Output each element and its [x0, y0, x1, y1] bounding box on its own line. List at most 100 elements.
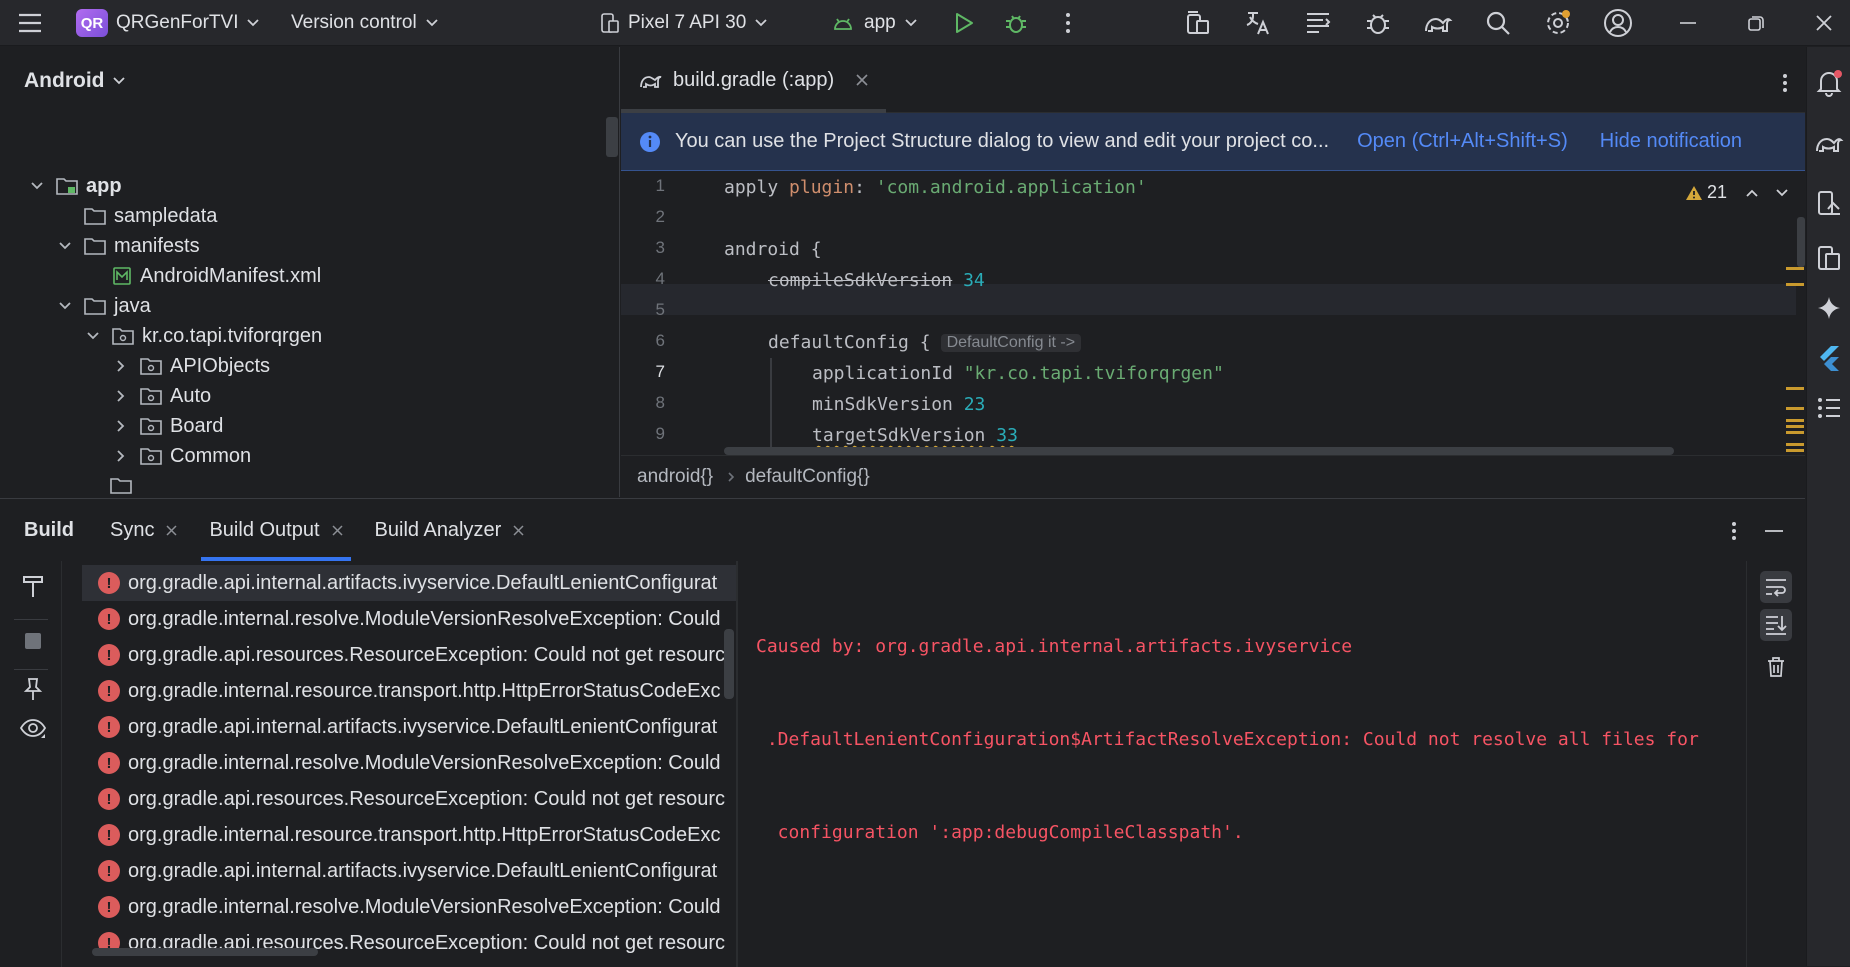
- warning-icon: [1685, 185, 1703, 201]
- inspection-widget[interactable]: 21: [1685, 182, 1789, 203]
- project-selector[interactable]: QR QRGenForTVI: [76, 0, 260, 46]
- wrap-icon: [1764, 577, 1788, 597]
- logcat-button[interactable]: [1302, 0, 1334, 46]
- gradle-button[interactable]: [1422, 0, 1454, 46]
- error-list-horizontal-scrollbar[interactable]: [92, 948, 318, 956]
- project-view-selector[interactable]: Android: [24, 69, 126, 93]
- list-item[interactable]: ! org.gradle.api.internal.artifacts.ivyse…: [82, 853, 736, 889]
- project-scrollbar[interactable]: [606, 117, 618, 157]
- error-message: org.gradle.internal.resolve.ModuleVersio…: [128, 607, 721, 630]
- vcs-selector[interactable]: Version control: [291, 0, 439, 46]
- scroll-to-end-button[interactable]: [1760, 609, 1792, 641]
- running-devices-icon: [1816, 244, 1842, 272]
- more-actions-button[interactable]: [1052, 0, 1084, 46]
- chevron-up-icon[interactable]: [1745, 188, 1759, 198]
- soft-wrap-button[interactable]: [1760, 571, 1792, 603]
- chevron-right-icon[interactable]: [112, 449, 130, 463]
- tree-item-manifests[interactable]: manifests: [0, 229, 600, 263]
- search-button[interactable]: [1482, 0, 1514, 46]
- debug-button[interactable]: [1000, 0, 1032, 46]
- device-explorer-button[interactable]: [1813, 187, 1845, 219]
- close-icon[interactable]: [166, 524, 177, 536]
- chevron-down-icon[interactable]: [56, 301, 74, 311]
- notifications-button[interactable]: [1813, 67, 1845, 99]
- build-again-button[interactable]: [17, 571, 49, 603]
- chevron-down-icon[interactable]: [28, 181, 46, 191]
- flutter-button[interactable]: [1813, 342, 1845, 374]
- tree-item-common[interactable]: Common: [0, 439, 600, 473]
- error-list-scrollbar[interactable]: [724, 629, 734, 699]
- run-config-selector[interactable]: app: [832, 0, 918, 46]
- list-item[interactable]: ! org.gradle.api.internal.artifacts.ivyse…: [82, 709, 736, 745]
- chevron-right-icon[interactable]: [112, 389, 130, 403]
- list-item[interactable]: ! org.gradle.api.resources.ResourceExcept…: [82, 781, 736, 817]
- open-project-structure-link[interactable]: Open (Ctrl+Alt+Shift+S): [1357, 130, 1568, 153]
- device-selector[interactable]: Pixel 7 API 30: [600, 0, 768, 46]
- error-icon: !: [98, 752, 120, 774]
- tab-build-analyzer[interactable]: Build Analyzer: [359, 499, 541, 561]
- tree-item-java[interactable]: java: [0, 289, 600, 323]
- list-item[interactable]: ! org.gradle.internal.resolve.ModuleVersi…: [82, 601, 736, 637]
- chevron-right-icon[interactable]: [112, 419, 130, 433]
- project-panel: Android app sampledata manifests AndroidMan…: [0, 47, 620, 497]
- tree-item-androidmanifest-xml[interactable]: AndroidManifest.xml: [0, 259, 600, 293]
- account-button[interactable]: [1602, 0, 1634, 46]
- chevron-down-icon: [246, 18, 260, 28]
- tree-item-app[interactable]: app: [0, 169, 600, 203]
- tree-item-auto[interactable]: Auto: [0, 379, 600, 413]
- close-window-button[interactable]: [1808, 0, 1840, 46]
- pin-tab-button[interactable]: [17, 673, 49, 705]
- tree-item-sampledata[interactable]: sampledata: [0, 199, 600, 233]
- tree-item-board[interactable]: Board: [0, 409, 600, 443]
- debug-tool-button[interactable]: [1362, 0, 1394, 46]
- minimize-button[interactable]: [1672, 0, 1704, 46]
- chevron-down-icon[interactable]: [84, 331, 102, 341]
- tab-sync[interactable]: Sync: [94, 499, 193, 561]
- translate-button[interactable]: [1242, 0, 1274, 46]
- view-options-button[interactable]: [17, 713, 49, 745]
- list-item[interactable]: ! org.gradle.internal.resolve.ModuleVersi…: [82, 889, 736, 925]
- main-menu-button[interactable]: [14, 0, 46, 46]
- tab-build-output[interactable]: Build Output: [193, 499, 358, 561]
- run-button[interactable]: [948, 0, 980, 46]
- chevron-down-icon[interactable]: [56, 241, 74, 251]
- chevron-down-icon[interactable]: [1775, 188, 1789, 198]
- restore-button[interactable]: [1740, 0, 1772, 46]
- stop-build-button[interactable]: [17, 625, 49, 657]
- tab-build-gradle[interactable]: build.gradle (:app): [639, 47, 868, 113]
- breadcrumb-item[interactable]: defaultConfig{}: [745, 466, 870, 488]
- tree-item-apiobjects[interactable]: APIObjects: [0, 349, 600, 383]
- build-more-button[interactable]: [1718, 515, 1750, 547]
- more-vertical-icon: [1052, 7, 1084, 39]
- settings-button[interactable]: [1542, 0, 1574, 46]
- gemini-button[interactable]: [1813, 292, 1845, 324]
- close-icon[interactable]: [856, 74, 868, 86]
- hide-notification-link[interactable]: Hide notification: [1600, 130, 1742, 153]
- editor-more-button[interactable]: [1769, 67, 1801, 99]
- editor-horizontal-scrollbar[interactable]: [724, 447, 1674, 455]
- list-item[interactable]: ! org.gradle.internal.resolve.ModuleVersi…: [82, 745, 736, 781]
- tree-item-label: sampledata: [114, 204, 218, 227]
- device-manager-button[interactable]: [1182, 0, 1214, 46]
- close-icon[interactable]: [513, 524, 524, 536]
- structure-button[interactable]: [1813, 392, 1845, 424]
- gradle-tool-button[interactable]: [1813, 127, 1845, 159]
- running-devices-button[interactable]: [1813, 242, 1845, 274]
- editor-scrollbar[interactable]: [1797, 217, 1805, 267]
- chevron-right-icon[interactable]: [112, 359, 130, 373]
- toolbar-divider: [14, 669, 48, 670]
- hide-panel-button[interactable]: [1758, 515, 1790, 547]
- list-item[interactable]: ! org.gradle.api.resources.ResourceExcept…: [82, 637, 736, 673]
- list-item[interactable]: ! org.gradle.api.internal.artifacts.ivyse…: [82, 565, 736, 601]
- build-console[interactable]: Caused by: org.gradle.api.internal.artif…: [738, 561, 1746, 967]
- close-icon[interactable]: [332, 524, 343, 536]
- clear-all-button[interactable]: [1760, 651, 1792, 683]
- breadcrumb-item[interactable]: android{}: [637, 466, 713, 488]
- list-item[interactable]: ! org.gradle.internal.resource.transport.…: [82, 673, 736, 709]
- code-line-8: minSdkVersion 23: [812, 394, 986, 415]
- warning-mark: [1786, 407, 1804, 410]
- code-area[interactable]: apply plugin: 'com.android.application' …: [621, 172, 1805, 452]
- error-message: org.gradle.api.resources.ResourceExcepti…: [128, 643, 725, 666]
- list-item[interactable]: ! org.gradle.internal.resource.transport.…: [82, 817, 736, 853]
- tree-item-kr-co-tapi-tviforqrgen[interactable]: kr.co.tapi.tviforqrgen: [0, 319, 600, 353]
